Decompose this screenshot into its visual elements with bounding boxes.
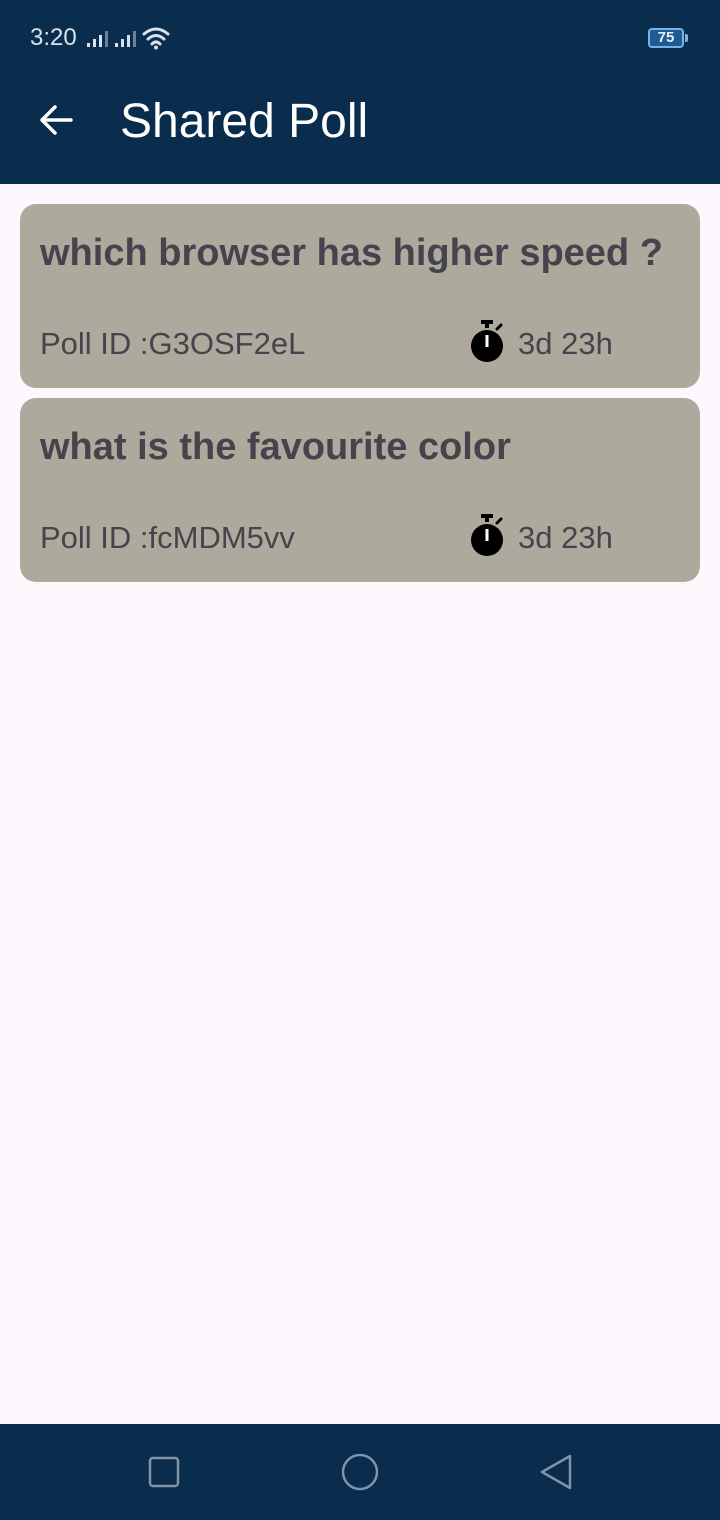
app-bar: Shared Poll bbox=[0, 76, 720, 184]
square-icon[interactable] bbox=[144, 1452, 184, 1492]
stopwatch-icon bbox=[471, 320, 503, 362]
stopwatch-icon bbox=[471, 514, 503, 556]
arrow-left-icon bbox=[40, 105, 73, 135]
poll-question: what is the favourite color bbox=[40, 426, 511, 468]
battery-tip bbox=[685, 34, 688, 42]
poll-card[interactable]: what is the favourite color Poll ID :fcM… bbox=[20, 398, 700, 582]
back-button[interactable] bbox=[28, 92, 84, 148]
signal-icon-2 bbox=[115, 31, 136, 47]
battery-indicator: 75 bbox=[648, 28, 684, 48]
poll-id: Poll ID :G3OSF2eL bbox=[40, 326, 306, 361]
status-bar: 3:20 75 bbox=[0, 0, 720, 76]
circle-icon[interactable] bbox=[340, 1452, 380, 1492]
status-time: 3:20 bbox=[30, 24, 77, 51]
triangle-back-icon[interactable] bbox=[536, 1452, 576, 1492]
poll-id: Poll ID :fcMDM5vv bbox=[40, 520, 295, 555]
poll-card[interactable]: which browser has higher speed ? Poll ID… bbox=[20, 204, 700, 388]
time-remaining: 3d 23h bbox=[518, 520, 613, 555]
top-area: 3:20 75 Shared Poll bbox=[0, 0, 720, 184]
poll-list: which browser has higher speed ? Poll ID… bbox=[20, 204, 700, 592]
signal-icon bbox=[87, 31, 108, 47]
poll-question: which browser has higher speed ? bbox=[40, 232, 663, 274]
page-title: Shared Poll bbox=[120, 95, 369, 148]
wifi-icon bbox=[142, 27, 170, 50]
time-remaining: 3d 23h bbox=[518, 326, 613, 361]
system-nav-bar bbox=[0, 1424, 720, 1520]
